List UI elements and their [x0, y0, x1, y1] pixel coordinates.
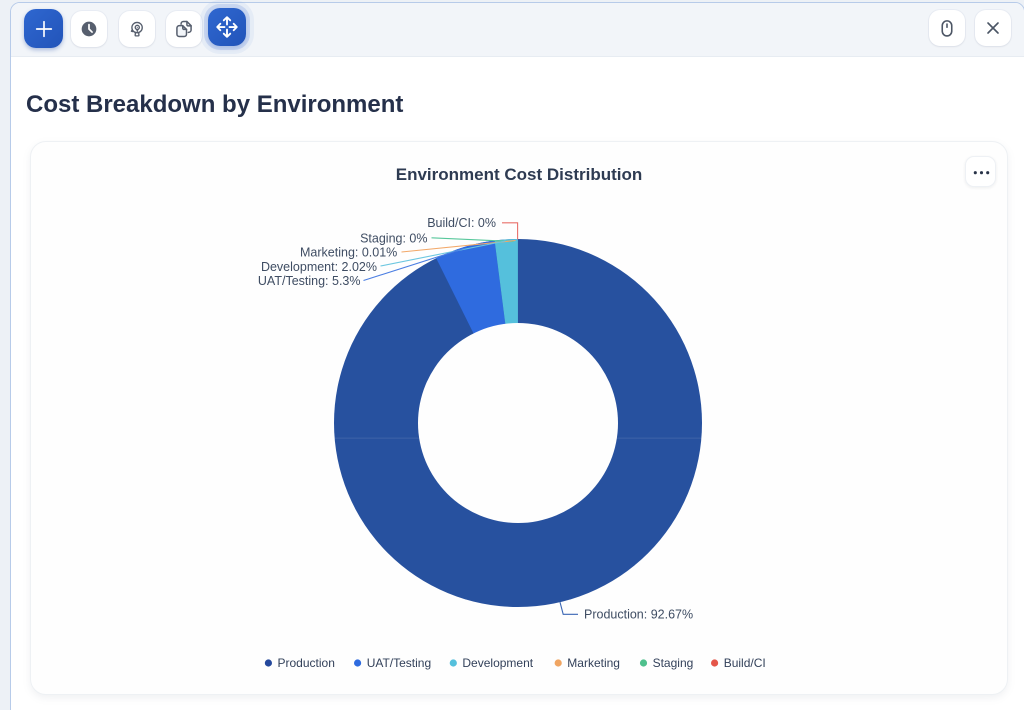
svg-text:Development: 2.02%: Development: 2.02% — [261, 260, 377, 274]
svg-text:Build/CI: 0%: Build/CI: 0% — [427, 216, 496, 230]
svg-text:UAT/Testing: 5.3%: UAT/Testing: 5.3% — [258, 274, 361, 288]
svg-text:Build/CI: Build/CI — [724, 656, 766, 670]
svg-text:Marketing: 0.01%: Marketing: 0.01% — [300, 245, 397, 259]
svg-text:Staging: 0%: Staging: 0% — [360, 231, 427, 245]
svg-text:Production: Production — [278, 656, 335, 670]
svg-text:Staging: Staging — [653, 656, 694, 670]
svg-text:UAT/Testing: UAT/Testing — [367, 656, 431, 670]
svg-text:Production: 92.67%: Production: 92.67% — [584, 608, 693, 622]
svg-text:Marketing: Marketing — [567, 656, 620, 670]
svg-text:Development: Development — [462, 656, 533, 670]
